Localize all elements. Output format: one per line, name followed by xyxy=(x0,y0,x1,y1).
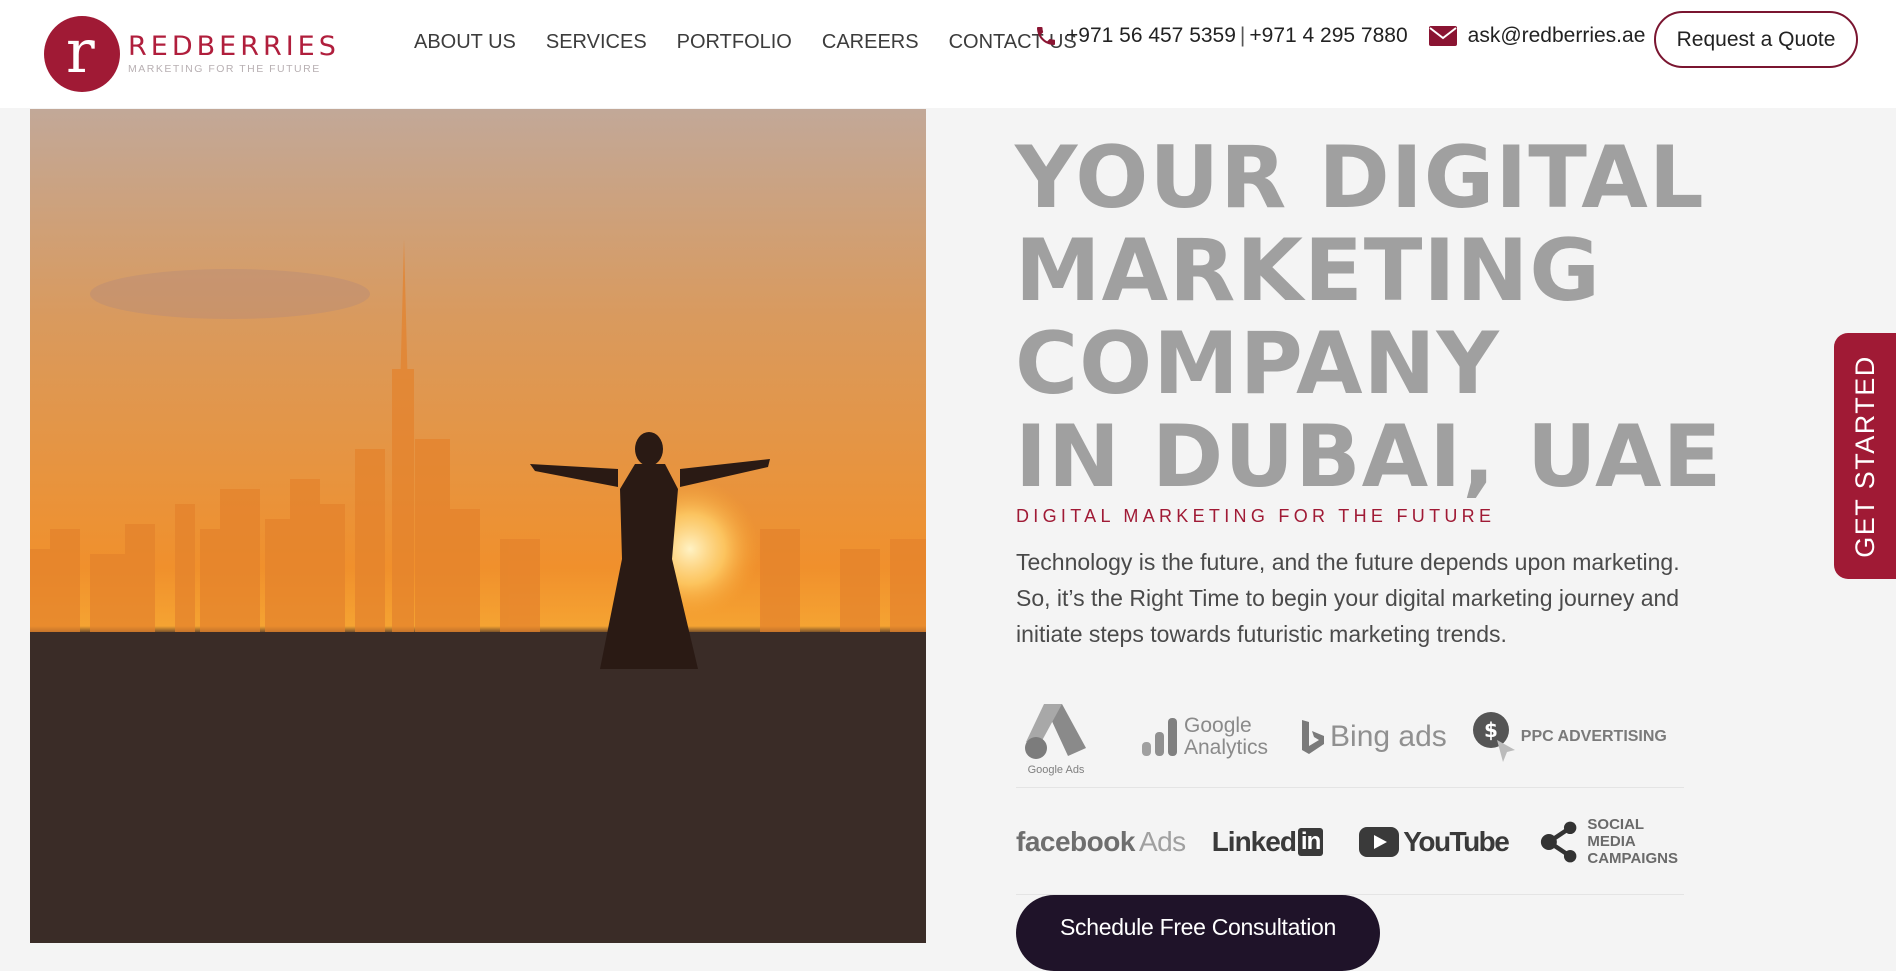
phone-secondary[interactable]: +971 4 295 7880 xyxy=(1249,24,1407,48)
phone-separator: | xyxy=(1239,24,1246,47)
youtube-play-icon xyxy=(1359,826,1400,857)
get-started-tab[interactable]: GET STARTED xyxy=(1834,333,1896,579)
social-logos-row: facebook Ads Linked in YouTube SOCIAL ME… xyxy=(1016,789,1684,895)
phone-icon xyxy=(1037,27,1055,45)
brand-logo[interactable]: r REDBERRIES MARKETING FOR THE FUTURE xyxy=(44,16,340,92)
nav-portfolio[interactable]: PORTFOLIO xyxy=(677,31,792,54)
headline-line: MARKETING xyxy=(1015,221,1601,321)
google-ads-logo: Google Ads xyxy=(1016,698,1096,776)
request-quote-button[interactable]: Request a Quote xyxy=(1654,11,1858,68)
nav-careers[interactable]: CAREERS xyxy=(822,31,919,54)
hero-image xyxy=(30,109,926,943)
linkedin-icon: in xyxy=(1297,827,1324,856)
ppc-advertising-logo: $ PPC ADVERTISING xyxy=(1471,710,1667,764)
nav-services[interactable]: SERVICES xyxy=(546,31,647,54)
logo-tagline: MARKETING FOR THE FUTURE xyxy=(128,63,321,75)
get-started-label: GET STARTED xyxy=(1849,354,1880,558)
site-header: r REDBERRIES MARKETING FOR THE FUTURE AB… xyxy=(0,0,1896,108)
logo-name: REDBERRIES xyxy=(128,31,340,62)
youtube-logo: YouTube xyxy=(1359,826,1510,858)
main-nav: ABOUT US SERVICES PORTFOLIO CAREERS CONT… xyxy=(414,31,1077,54)
hero-tagline: DIGITAL MARKETING FOR THE FUTURE xyxy=(1016,506,1496,526)
partner-logos-row: Google Ads Google Analytics Bing ads $ P… xyxy=(1016,686,1684,788)
share-icon xyxy=(1541,821,1577,862)
headline-line: IN DUBAI, UAE xyxy=(1015,407,1723,507)
bing-icon xyxy=(1302,719,1325,754)
phone-primary[interactable]: +971 56 457 5359 xyxy=(1066,24,1236,48)
linkedin-logo: Linked in xyxy=(1212,826,1324,858)
nav-about-us[interactable]: ABOUT US xyxy=(414,31,516,54)
email-link[interactable]: ask@redberries.ae xyxy=(1468,24,1646,48)
logo-mark: r xyxy=(44,16,120,92)
google-analytics-logo: Google Analytics xyxy=(1142,714,1268,759)
schedule-consultation-button[interactable]: Schedule Free Consultation xyxy=(1016,895,1380,971)
headline-line: COMPANY xyxy=(1015,314,1500,414)
hero-lead-text: Technology is the future, and the future… xyxy=(1016,549,1680,647)
social-media-campaigns-logo: SOCIAL MEDIA CAMPAIGNS xyxy=(1540,816,1684,867)
google-ads-icon xyxy=(1025,703,1086,759)
hero-headline: YOUR DIGITAL MARKETING COMPANY IN DUBAI,… xyxy=(1015,132,1775,504)
bing-ads-logo: Bing ads xyxy=(1300,718,1447,756)
dollar-cursor-icon: $ xyxy=(1472,711,1515,762)
svg-text:$: $ xyxy=(1484,718,1498,742)
facebook-ads-logo: facebook Ads xyxy=(1016,825,1186,857)
headline-line: YOUR DIGITAL xyxy=(1015,128,1705,228)
google-analytics-icon xyxy=(1142,717,1177,756)
mail-icon xyxy=(1428,26,1457,46)
contact-bar: +971 56 457 5359 | +971 4 295 7880 ask@r… xyxy=(1034,24,1645,48)
